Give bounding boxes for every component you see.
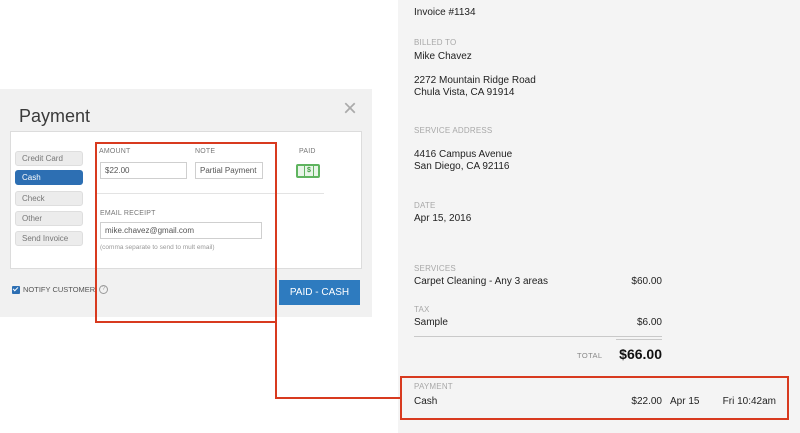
payment-highlight (400, 376, 789, 420)
date-label: DATE (414, 201, 436, 210)
modal-title: Payment (19, 106, 91, 126)
method-other[interactable]: Other (15, 211, 83, 226)
invoice-panel: Invoice #1134 BILLED TO Mike Chavez 2272… (398, 0, 800, 433)
service-address-line2: San Diego, CA 92116 (414, 161, 510, 172)
method-send-invoice[interactable]: Send Invoice (15, 231, 83, 246)
billing-address-line2: Chula Vista, CA 91914 (414, 87, 515, 98)
service-item: Carpet Cleaning - Any 3 areas (414, 276, 548, 287)
service-address-label: SERVICE ADDRESS (414, 126, 493, 135)
customer-name: Mike Chavez (414, 51, 472, 62)
method-credit-card[interactable]: Credit Card (15, 151, 83, 166)
notify-checkbox[interactable] (12, 285, 20, 294)
callout-connector-vertical (275, 322, 277, 399)
invoice-date: Apr 15, 2016 (414, 213, 472, 224)
paid-label: PAID (299, 148, 316, 155)
total-label: TOTAL (577, 351, 603, 360)
amount-note-highlight (95, 142, 277, 323)
subtotal-divider (414, 336, 662, 337)
paid-cash-button[interactable]: PAID - CASH (279, 280, 360, 305)
service-address-line1: 4416 Campus Avenue (414, 149, 513, 160)
billed-to-label: BILLED TO (414, 38, 457, 47)
notify-customer-label: NOTIFY CUSTOMER (23, 285, 96, 294)
method-cash[interactable]: Cash (15, 170, 83, 185)
tax-label: TAX (414, 305, 430, 314)
money-icon (296, 164, 320, 178)
tax-amount: $6.00 (636, 317, 662, 328)
callout-connector-horizontal (275, 397, 402, 399)
method-check[interactable]: Check (15, 191, 83, 206)
tax-item: Sample (414, 317, 448, 328)
subtotal-divider-short (616, 339, 662, 340)
billing-address-line1: 2272 Mountain Ridge Road (414, 75, 536, 86)
invoice-title: Invoice #1134 (414, 7, 476, 18)
close-icon[interactable]: × (340, 97, 360, 121)
notify-customer-row[interactable]: NOTIFY CUSTOMER ? (12, 285, 109, 294)
services-label: SERVICES (414, 264, 456, 273)
total-amount: $66.00 (619, 346, 662, 362)
service-amount: $60.00 (631, 276, 662, 287)
